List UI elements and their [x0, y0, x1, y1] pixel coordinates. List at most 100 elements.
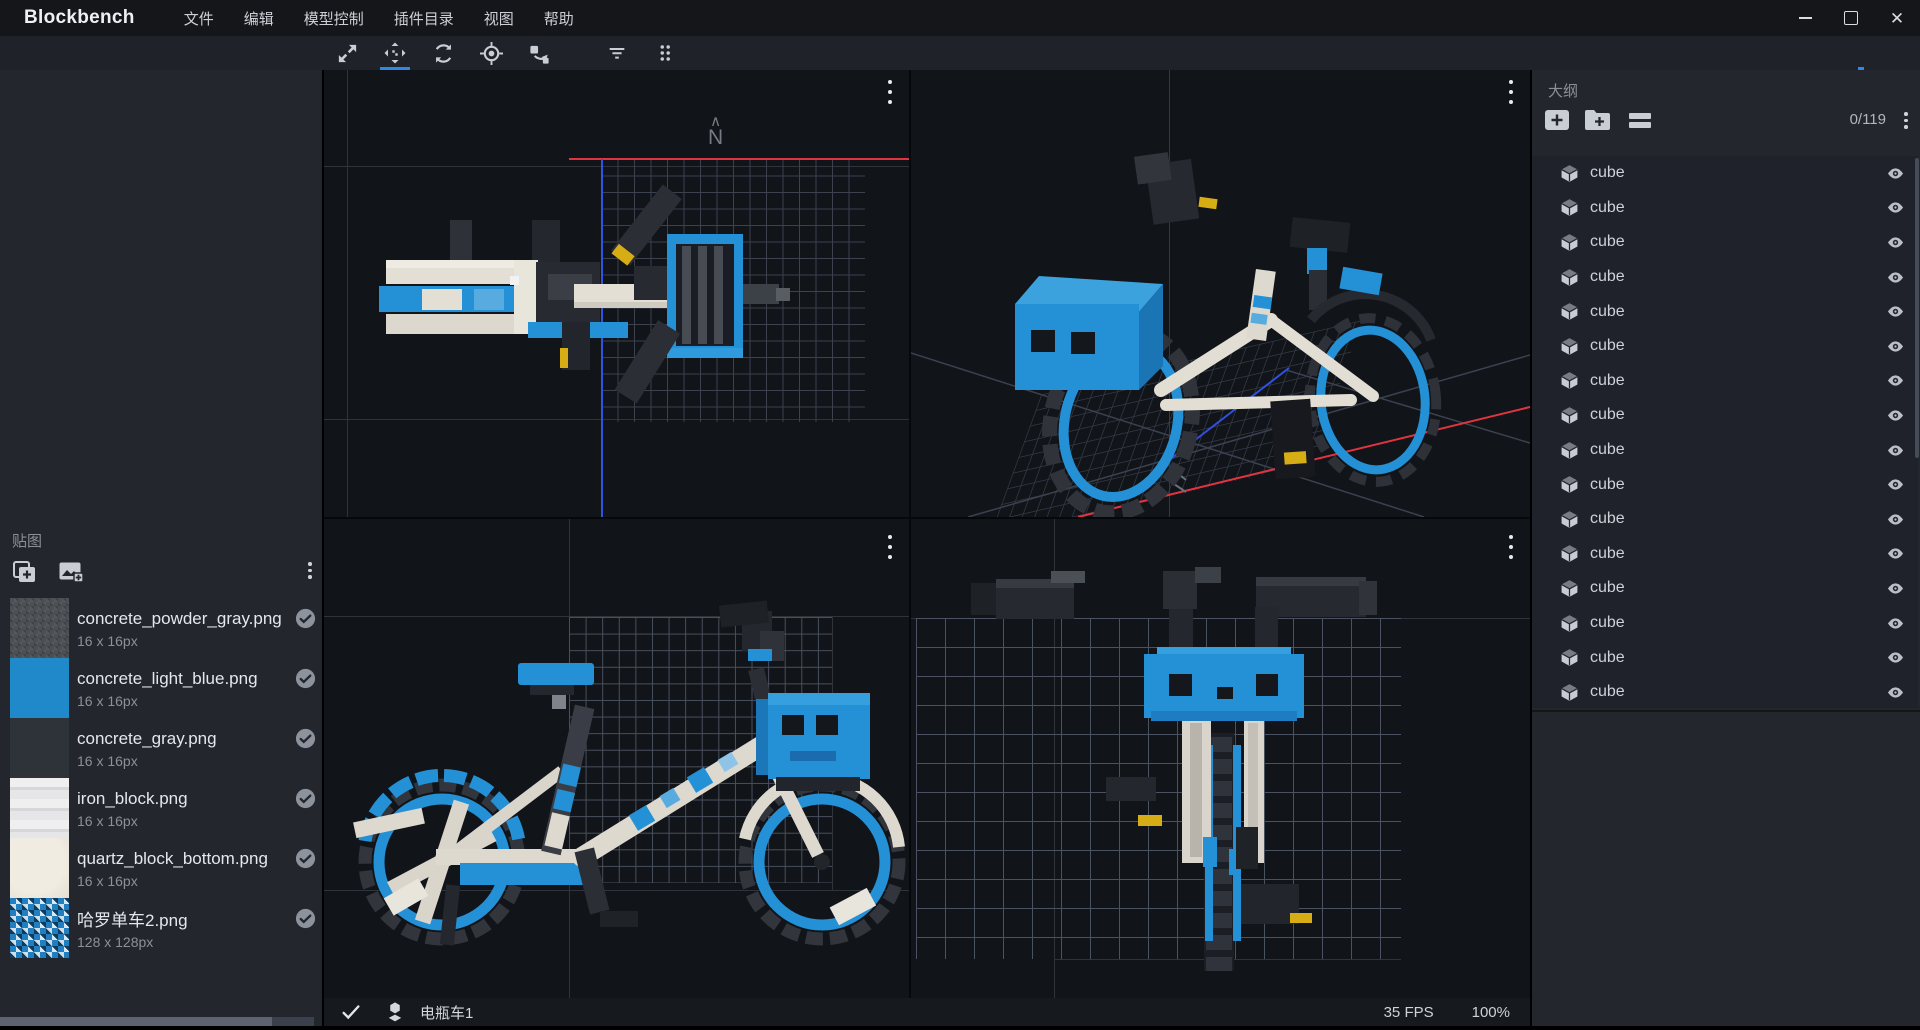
menu-item[interactable]: 视图 [469, 0, 529, 36]
cube-icon [1560, 198, 1579, 217]
mode-tab[interactable] [1830, 36, 1848, 70]
outline-row[interactable]: cube [1532, 433, 1918, 468]
outline-row[interactable]: cube [1532, 191, 1918, 226]
outline-row[interactable]: cube [1532, 364, 1918, 399]
cube-icon [1560, 683, 1579, 702]
texture-check-badge-icon [286, 607, 317, 630]
filter-button[interactable] [600, 38, 634, 68]
texture-item[interactable]: concrete_gray.png 16 x 16px [0, 718, 322, 778]
menu-item[interactable]: 文件 [169, 0, 229, 36]
blockbench-window: Blockbench 文件编辑模型控制插件目录视图帮助 ✕ [0, 0, 1920, 1030]
viewport-side-view[interactable] [324, 519, 909, 998]
outline-row[interactable]: cube [1532, 537, 1918, 572]
resize-tool-button[interactable] [330, 38, 364, 68]
outline-row[interactable]: cube [1532, 502, 1918, 537]
visibility-eye-icon[interactable] [1886, 510, 1905, 529]
outline-row[interactable]: cube [1532, 260, 1918, 295]
model-bicycle-front-view[interactable] [911, 519, 1530, 998]
add-cube-button[interactable] [1544, 109, 1570, 136]
menu-item[interactable]: 插件目录 [379, 0, 469, 36]
viewport-menu-icon[interactable] [883, 535, 897, 559]
viewport-menu-icon[interactable] [1504, 80, 1518, 104]
model-bicycle-side-view[interactable] [324, 519, 909, 998]
outline-row[interactable]: cube [1532, 294, 1918, 329]
visibility-eye-icon[interactable] [1886, 579, 1905, 598]
menu-item[interactable]: 帮助 [529, 0, 589, 36]
outline-scrollbar[interactable] [1915, 158, 1919, 458]
window-controls: ✕ [1782, 0, 1920, 36]
project-name[interactable]: 电瓶车1 [420, 1002, 473, 1023]
minimize-button[interactable] [1782, 0, 1828, 36]
outline-row[interactable]: cube [1532, 675, 1918, 708]
more-tools-button[interactable] [648, 38, 682, 68]
texture-item[interactable]: 哈罗单车2.png 128 x 128px [0, 898, 322, 958]
cube-icon [1560, 510, 1579, 529]
viewport-top-view[interactable]: ∧ N [324, 70, 909, 517]
outline-row[interactable]: cube [1532, 329, 1918, 364]
model-bicycle-perspective[interactable] [911, 70, 1530, 517]
texture-name: quartz_block_bottom.png [77, 849, 268, 869]
visibility-eye-icon[interactable] [1886, 614, 1905, 633]
outline-row[interactable]: cube [1532, 398, 1918, 433]
viewport-front-view[interactable] [911, 519, 1530, 998]
texture-item[interactable]: iron_block.png 16 x 16px [0, 778, 322, 838]
cube-label: cube [1590, 510, 1625, 528]
cube-label: cube [1590, 268, 1625, 286]
visibility-eye-icon[interactable] [1886, 337, 1905, 356]
move-tool-button[interactable] [378, 38, 412, 68]
texture-thumbnail [10, 838, 69, 898]
visibility-eye-icon[interactable] [1886, 268, 1905, 287]
visibility-eye-icon[interactable] [1886, 198, 1905, 217]
rotate-tool-button[interactable] [426, 38, 460, 68]
model-bicycle-top-view[interactable] [324, 70, 909, 517]
texture-thumbnail [10, 598, 69, 658]
mode-tab[interactable] [1896, 36, 1914, 70]
mode-tab[interactable] [1852, 36, 1870, 70]
visibility-eye-icon[interactable] [1886, 233, 1905, 252]
textures-menu-icon[interactable] [308, 562, 312, 579]
front-wheel [745, 777, 899, 939]
maximize-button[interactable] [1828, 0, 1874, 36]
close-button[interactable]: ✕ [1874, 0, 1920, 36]
visibility-eye-icon[interactable] [1886, 475, 1905, 494]
hscrollbar-thumb[interactable] [0, 1017, 272, 1026]
texture-item[interactable]: quartz_block_bottom.png 16 x 16px [0, 838, 322, 898]
pivot-tool-button[interactable] [474, 38, 508, 68]
texture-thumbnail [10, 898, 69, 958]
visibility-eye-icon[interactable] [1886, 648, 1905, 667]
visibility-eye-icon[interactable] [1886, 441, 1905, 460]
outline-row[interactable]: cube [1532, 467, 1918, 502]
menu-item[interactable]: 编辑 [229, 0, 289, 36]
textures-hscrollbar[interactable] [0, 1017, 314, 1026]
model-format-icon[interactable] [384, 1000, 406, 1024]
visibility-eye-icon[interactable] [1886, 544, 1905, 563]
toggle-bars-icon[interactable] [1628, 109, 1652, 136]
visibility-eye-icon[interactable] [1886, 302, 1905, 321]
outline-row[interactable]: cube [1532, 571, 1918, 606]
texture-item[interactable]: concrete_powder_gray.png 16 x 16px [0, 598, 322, 658]
add-group-button[interactable] [1584, 109, 1611, 136]
outline-row[interactable]: cube [1532, 156, 1918, 191]
outline-menu-icon[interactable] [1904, 112, 1908, 129]
outline-row[interactable]: cube [1532, 606, 1918, 641]
outline-row[interactable]: cube [1532, 640, 1918, 675]
viewport-perspective[interactable] [911, 70, 1530, 517]
texture-size: 16 x 16px [77, 633, 317, 649]
texture-size: 16 x 16px [77, 693, 317, 709]
outline-row[interactable]: cube [1532, 225, 1918, 260]
main-toolbar [0, 36, 1920, 70]
panel-divider [1532, 710, 1920, 712]
cube-label: cube [1590, 683, 1625, 701]
viewport-menu-icon[interactable] [1504, 535, 1518, 559]
texture-item[interactable]: concrete_light_blue.png 16 x 16px [0, 658, 322, 718]
vertex-snap-tool-button[interactable] [522, 38, 556, 68]
visibility-eye-icon[interactable] [1886, 683, 1905, 702]
menu-item[interactable]: 模型控制 [289, 0, 379, 36]
visibility-eye-icon[interactable] [1886, 406, 1905, 425]
mode-tab[interactable] [1874, 36, 1892, 70]
visibility-eye-icon[interactable] [1886, 164, 1905, 183]
import-image-button[interactable] [58, 561, 84, 588]
viewport-menu-icon[interactable] [883, 80, 897, 104]
add-texture-button[interactable] [12, 560, 38, 589]
visibility-eye-icon[interactable] [1886, 371, 1905, 390]
